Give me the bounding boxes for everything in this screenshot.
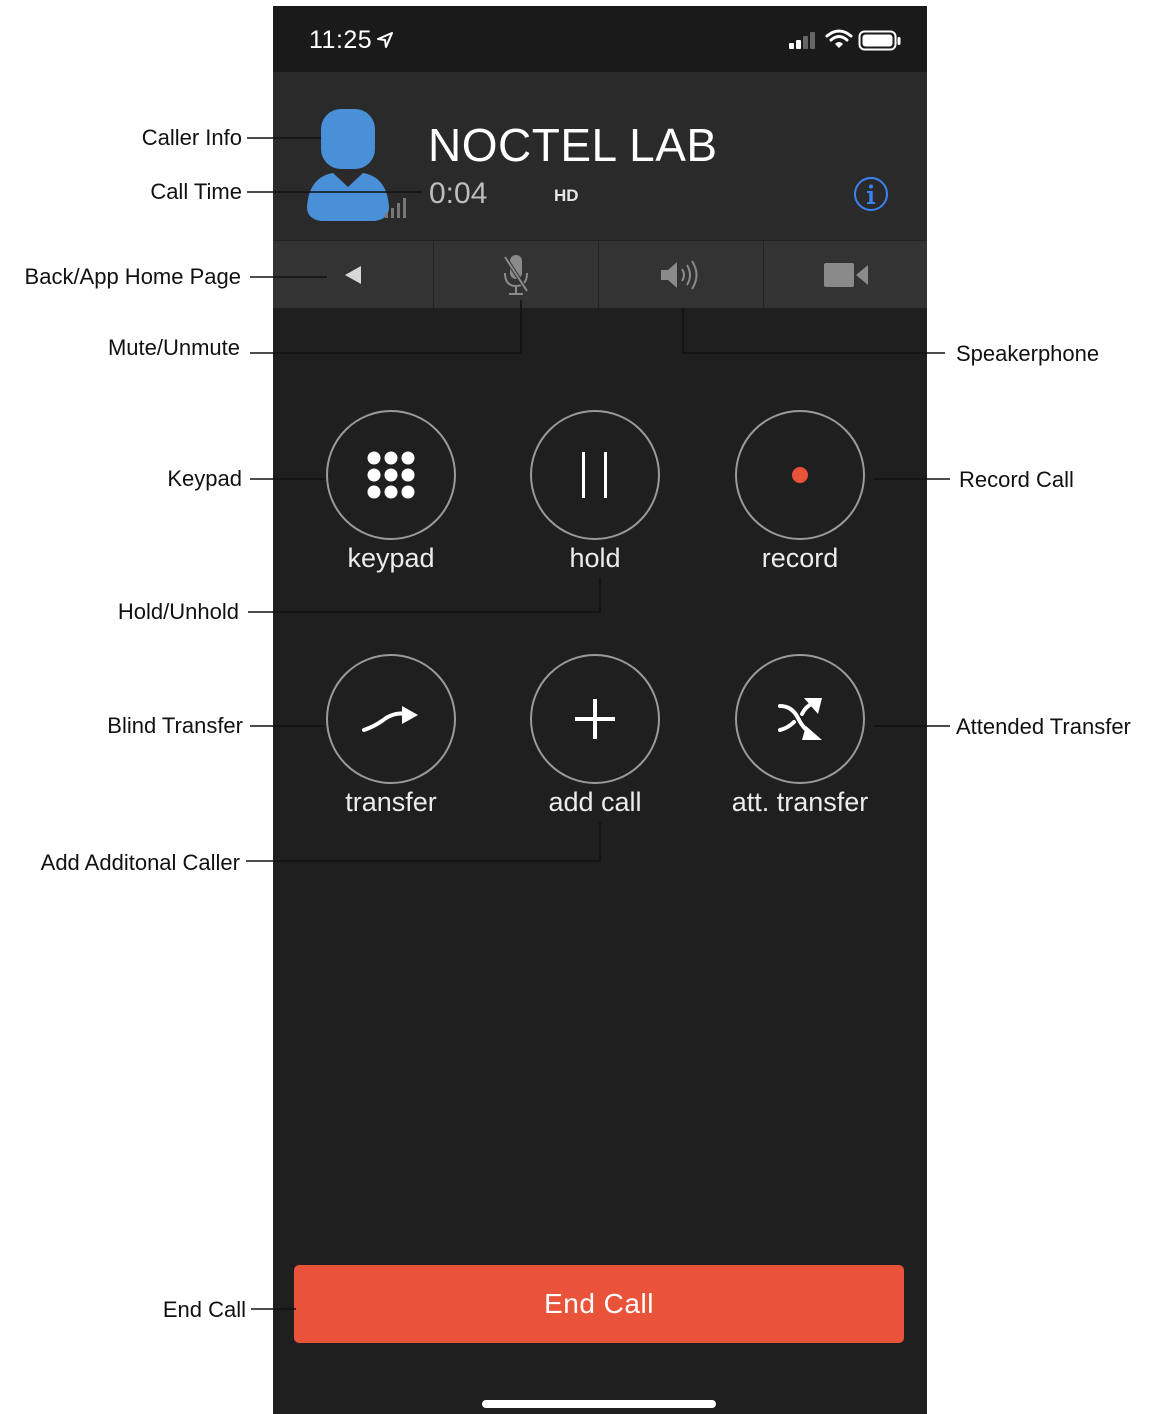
annotation-call-time: Call Time [150, 179, 242, 204]
annotation-caller-info: Caller Info [141, 125, 242, 150]
annotation-mute: Mute/Unmute [107, 335, 240, 360]
annotation-speakerphone: Speakerphone [956, 341, 1100, 366]
annotation-keypad: Keypad [167, 466, 242, 491]
annotation-record-call: Record Call [959, 467, 1074, 492]
annotation-back-home: Back/App Home Page [24, 264, 241, 289]
annotation-add-caller: Add Additonal Caller [40, 850, 240, 875]
annotation-attended-transfer: Attended Transfer [956, 714, 1131, 739]
annotation-hold-unhold: Hold/Unhold [117, 599, 239, 624]
annotation-leader-lines [246, 137, 950, 1310]
annotation-blind-transfer: Blind Transfer [107, 713, 243, 738]
annotation-end-call: End Call [162, 1297, 246, 1322]
